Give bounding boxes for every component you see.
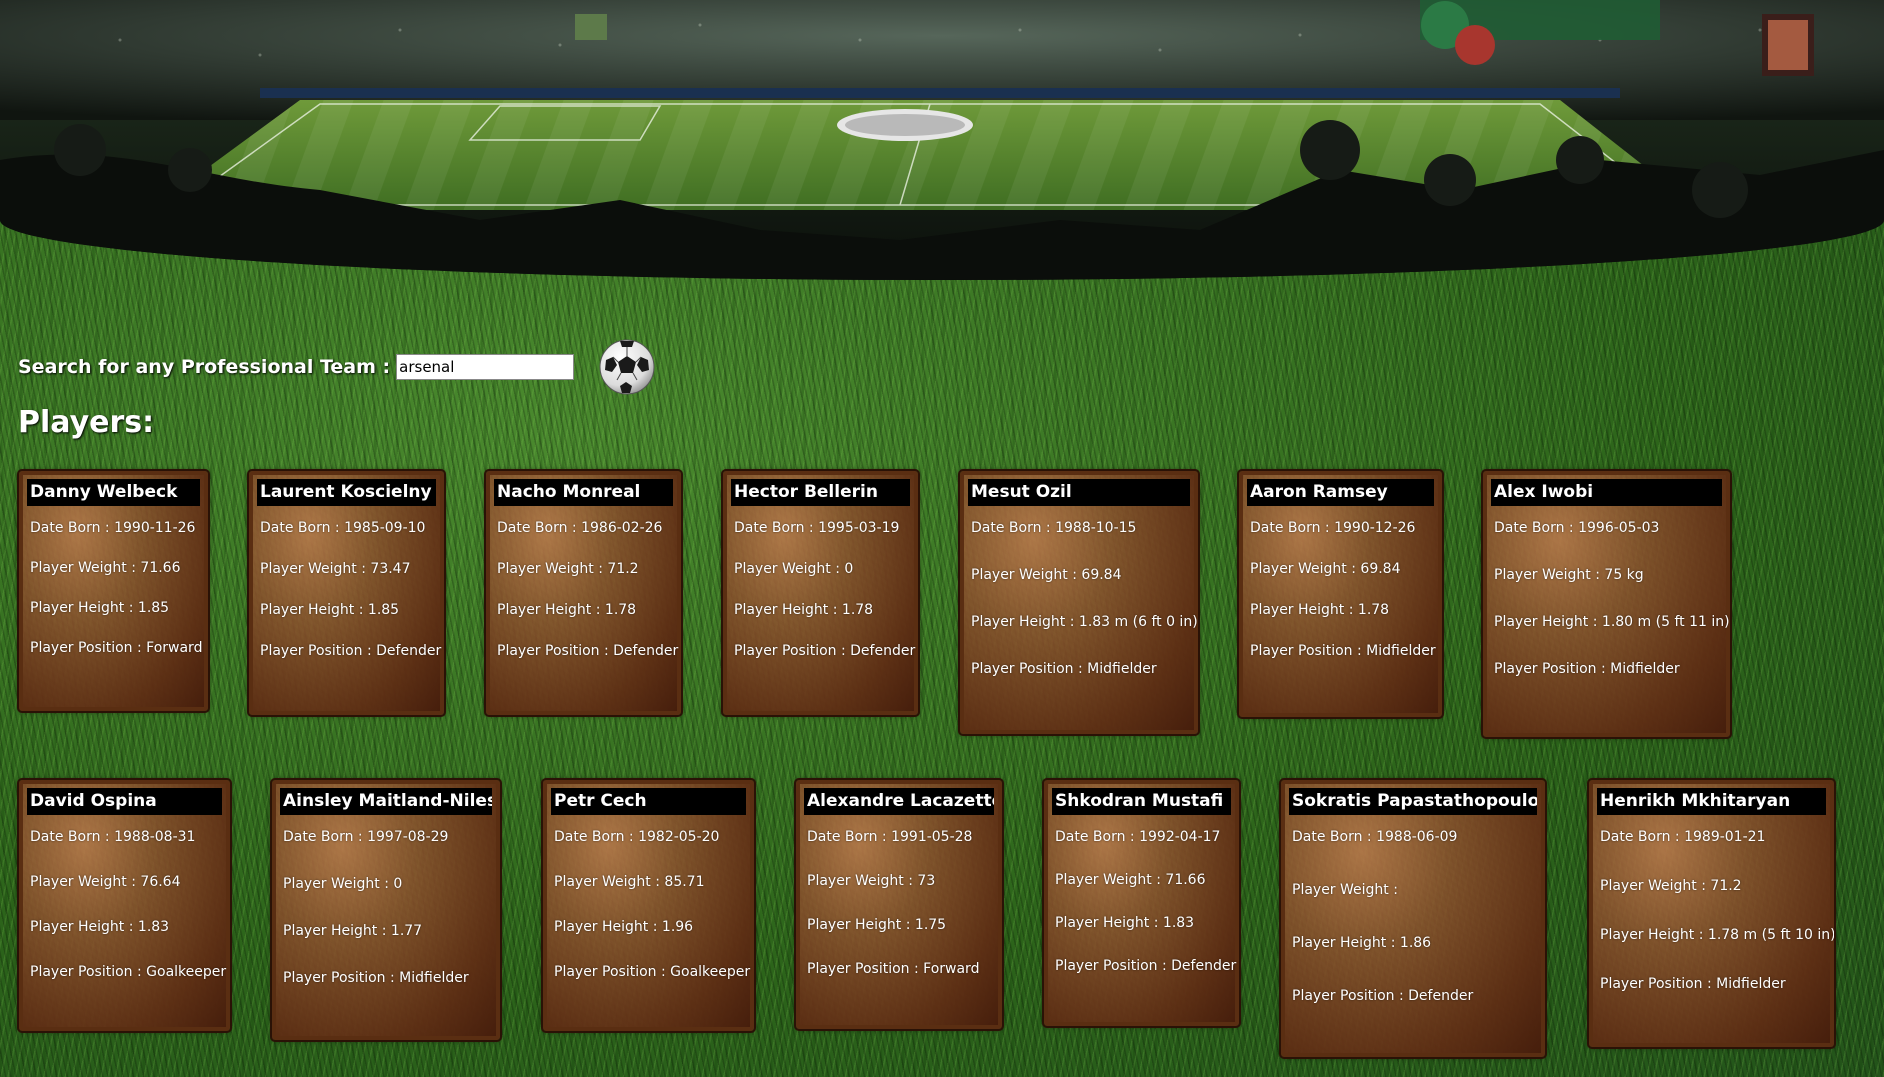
player-height: Player Height : 1.85 — [30, 600, 170, 616]
player-position: Player Position : Defender — [1055, 958, 1237, 974]
player-position: Player Position : Defender — [497, 643, 679, 659]
player-height: Player Height : 1.78 — [497, 602, 637, 618]
player-card: Nacho Monreal Date Born : 1986-02-26 Pla… — [484, 469, 683, 717]
player-name: Hector Bellerin — [731, 479, 910, 506]
player-height: Player Height : 1.78 m (5 ft 10 in) — [1600, 927, 1836, 943]
player-born: Date Born : 1992-04-17 — [1055, 829, 1221, 845]
player-card: Alex Iwobi Date Born : 1996-05-03 Player… — [1481, 469, 1732, 739]
player-name: Ainsley Maitland-Niles — [280, 788, 492, 815]
player-weight: Player Weight : — [1292, 882, 1398, 898]
player-born: Date Born : 1989-01-21 — [1600, 829, 1766, 845]
player-born: Date Born : 1990-11-26 — [30, 520, 196, 536]
player-weight: Player Weight : 71.2 — [1600, 878, 1742, 894]
player-card: Ainsley Maitland-Niles Date Born : 1997-… — [270, 778, 502, 1042]
search-bar: Search for any Professional Team : — [18, 337, 656, 397]
player-height: Player Height : 1.75 — [807, 917, 947, 933]
player-position: Player Position : Midfielder — [1600, 976, 1786, 992]
player-name: Alexandre Lacazette — [804, 788, 994, 815]
player-card: Henrikh Mkhitaryan Date Born : 1989-01-2… — [1587, 778, 1836, 1049]
search-ball-button[interactable] — [598, 338, 656, 396]
player-card: Danny Welbeck Date Born : 1990-11-26 Pla… — [17, 469, 210, 713]
player-weight: Player Weight : 76.64 — [30, 874, 181, 890]
player-card: David Ospina Date Born : 1988-08-31 Play… — [17, 778, 232, 1033]
player-position: Player Position : Midfielder — [1250, 643, 1436, 659]
player-name: Aaron Ramsey — [1247, 479, 1434, 506]
player-name: Shkodran Mustafi — [1052, 788, 1231, 815]
player-name: David Ospina — [27, 788, 222, 815]
search-label: Search for any Professional Team : — [18, 356, 391, 378]
player-name: Laurent Koscielny — [257, 479, 436, 506]
player-born: Date Born : 1996-05-03 — [1494, 520, 1660, 536]
player-height: Player Height : 1.86 — [1292, 935, 1432, 951]
soccer-ball-icon — [599, 339, 655, 395]
player-born: Date Born : 1985-09-10 — [260, 520, 426, 536]
team-search-input[interactable] — [396, 354, 575, 380]
player-card: Hector Bellerin Date Born : 1995-03-19 P… — [721, 469, 920, 717]
player-height: Player Height : 1.83 — [1055, 915, 1195, 931]
player-born: Date Born : 1995-03-19 — [734, 520, 900, 536]
player-height: Player Height : 1.77 — [283, 923, 423, 939]
player-height: Player Height : 1.78 — [1250, 602, 1390, 618]
player-weight: Player Weight : 69.84 — [971, 567, 1122, 583]
player-name: Henrikh Mkhitaryan — [1597, 788, 1826, 815]
player-born: Date Born : 1988-06-09 — [1292, 829, 1458, 845]
player-name: Alex Iwobi — [1491, 479, 1722, 506]
player-born: Date Born : 1991-05-28 — [807, 829, 973, 845]
player-card: Alexandre Lacazette Date Born : 1991-05-… — [794, 778, 1004, 1031]
player-position: Player Position : Goalkeeper — [554, 964, 751, 980]
player-position: Player Position : Midfielder — [283, 970, 469, 986]
player-card: Mesut Ozil Date Born : 1988-10-15 Player… — [958, 469, 1200, 736]
player-height: Player Height : 1.83 — [30, 919, 170, 935]
player-name: Petr Cech — [551, 788, 746, 815]
player-height: Player Height : 1.85 — [260, 602, 400, 618]
player-card: Laurent Koscielny Date Born : 1985-09-10… — [247, 469, 446, 717]
player-weight: Player Weight : 73 — [807, 873, 936, 889]
player-position: Player Position : Midfielder — [971, 661, 1157, 677]
player-weight: Player Weight : 71.66 — [1055, 872, 1206, 888]
player-born: Date Born : 1982-05-20 — [554, 829, 720, 845]
player-position: Player Position : Defender — [734, 643, 916, 659]
player-height: Player Height : 1.96 — [554, 919, 694, 935]
player-name: Nacho Monreal — [494, 479, 673, 506]
player-born: Date Born : 1997-08-29 — [283, 829, 449, 845]
player-position: Player Position : Forward — [807, 961, 980, 977]
player-card: Petr Cech Date Born : 1982-05-20 Player … — [541, 778, 756, 1033]
player-position: Player Position : Goalkeeper — [30, 964, 227, 980]
player-height: Player Height : 1.83 m (6 ft 0 in) — [971, 614, 1198, 630]
stadium-banner — [0, 0, 1884, 280]
player-weight: Player Weight : 71.66 — [30, 560, 181, 576]
player-born: Date Born : 1990-12-26 — [1250, 520, 1416, 536]
player-name: Danny Welbeck — [27, 479, 200, 506]
player-name: Mesut Ozil — [968, 479, 1190, 506]
player-weight: Player Weight : 71.2 — [497, 561, 639, 577]
player-weight: Player Weight : 69.84 — [1250, 561, 1401, 577]
player-height: Player Height : 1.80 m (5 ft 11 in) — [1494, 614, 1730, 630]
player-position: Player Position : Defender — [260, 643, 442, 659]
player-position: Player Position : Forward — [30, 640, 203, 656]
player-born: Date Born : 1986-02-26 — [497, 520, 663, 536]
player-weight: Player Weight : 85.71 — [554, 874, 705, 890]
player-card: Aaron Ramsey Date Born : 1990-12-26 Play… — [1237, 469, 1444, 719]
player-born: Date Born : 1988-10-15 — [971, 520, 1137, 536]
player-weight: Player Weight : 0 — [734, 561, 854, 577]
player-card: Shkodran Mustafi Date Born : 1992-04-17 … — [1042, 778, 1241, 1028]
player-weight: Player Weight : 73.47 — [260, 561, 411, 577]
player-name: Sokratis Papastathopoulos — [1289, 788, 1537, 815]
player-weight: Player Weight : 75 kg — [1494, 567, 1644, 583]
player-position: Player Position : Midfielder — [1494, 661, 1680, 677]
player-height: Player Height : 1.78 — [734, 602, 874, 618]
players-heading: Players: — [18, 405, 155, 440]
player-born: Date Born : 1988-08-31 — [30, 829, 196, 845]
player-card: Sokratis Papastathopoulos Date Born : 19… — [1279, 778, 1547, 1059]
player-weight: Player Weight : 0 — [283, 876, 403, 892]
player-position: Player Position : Defender — [1292, 988, 1474, 1004]
